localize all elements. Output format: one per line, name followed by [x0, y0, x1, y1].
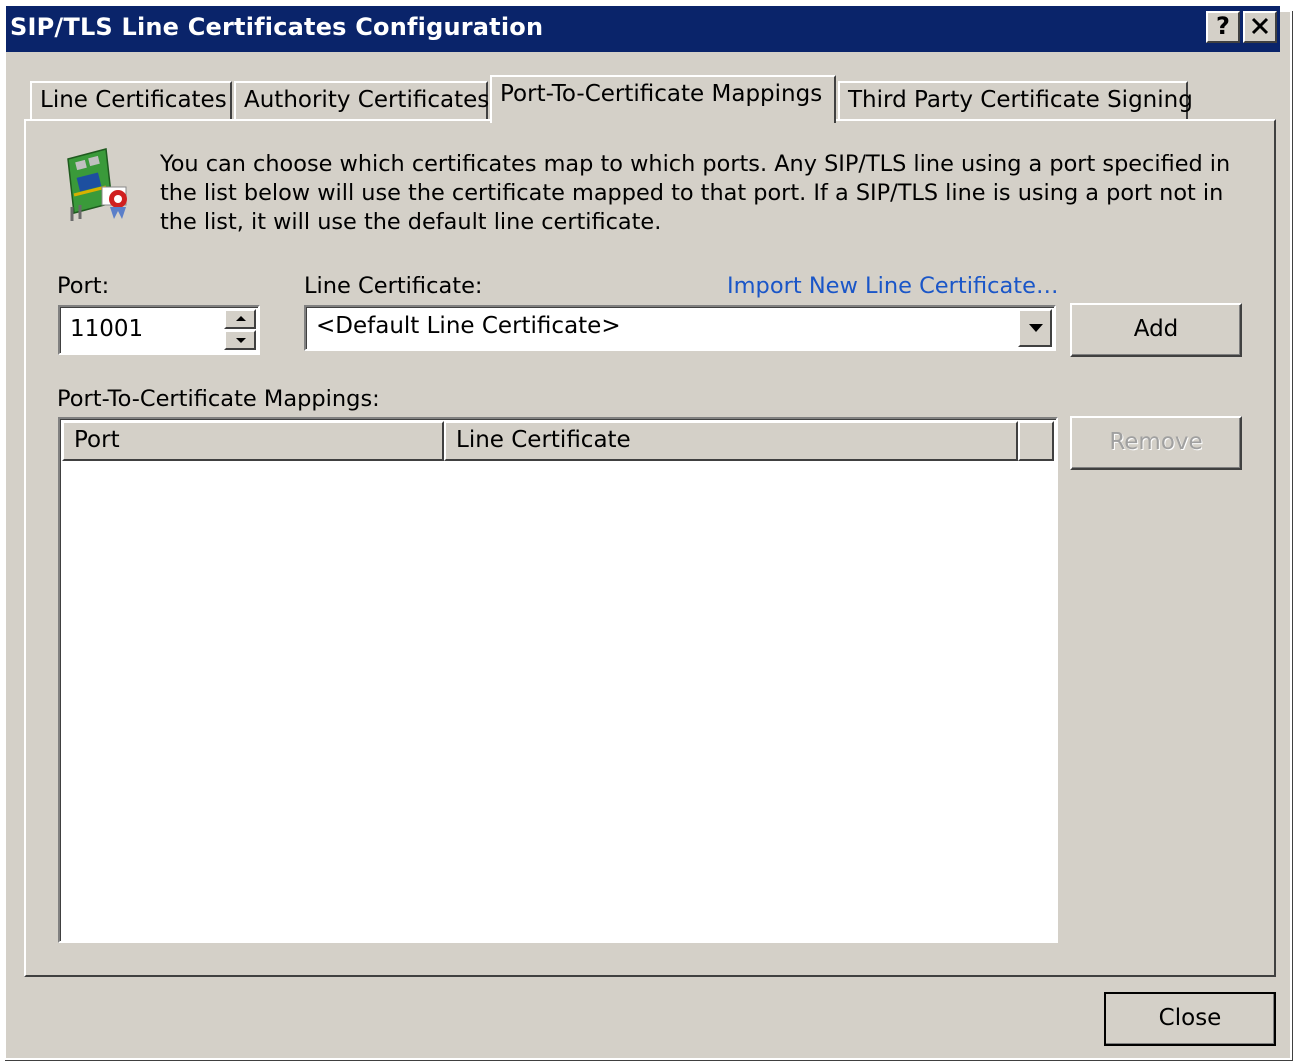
mappings-list[interactable]: Port Line Certificate — [58, 417, 1058, 943]
close-button[interactable]: Close — [1104, 992, 1276, 1046]
certificate-card-icon — [62, 147, 134, 227]
title-close-button[interactable] — [1243, 11, 1277, 43]
import-new-line-certificate-link[interactable]: Import New Line Certificate… — [727, 273, 1058, 299]
dropdown-button[interactable] — [1018, 309, 1052, 347]
down-arrow-icon — [236, 338, 246, 343]
column-header-filler — [1018, 421, 1054, 461]
description-text: You can choose which certificates map to… — [160, 151, 1231, 235]
line-certificate-selected-value: <Default Line Certificate> — [316, 313, 621, 339]
column-header-line-certificate[interactable]: Line Certificate — [444, 421, 1018, 461]
add-button[interactable]: Add — [1070, 303, 1242, 357]
column-header-port[interactable]: Port — [62, 421, 444, 461]
port-decrement-button[interactable] — [224, 330, 256, 350]
tab-authority-certificates[interactable]: Authority Certificates — [234, 81, 489, 121]
line-certificate-label: Line Certificate: — [304, 273, 483, 299]
help-button[interactable]: ? — [1206, 11, 1240, 43]
window-title: SIP/TLS Line Certificates Configuration — [10, 13, 544, 41]
title-bar: SIP/TLS Line Certificates Configuration … — [6, 6, 1280, 52]
tab-line-certificates[interactable]: Line Certificates — [30, 81, 232, 121]
port-stepper — [58, 305, 260, 355]
chevron-down-icon — [1029, 324, 1043, 332]
up-arrow-icon — [236, 316, 246, 321]
tab-third-party-certificate-signing[interactable]: Third Party Certificate Signing — [838, 81, 1193, 121]
remove-button[interactable]: Remove — [1070, 416, 1242, 470]
close-icon — [1251, 17, 1269, 35]
port-label: Port: — [57, 273, 110, 299]
tab-port-to-certificate-mappings[interactable]: Port-To-Certificate Mappings — [490, 75, 836, 123]
port-increment-button[interactable] — [224, 309, 256, 329]
mappings-label: Port-To-Certificate Mappings: — [57, 386, 380, 412]
port-input[interactable] — [64, 311, 226, 347]
line-certificate-dropdown[interactable]: <Default Line Certificate> — [304, 305, 1056, 351]
